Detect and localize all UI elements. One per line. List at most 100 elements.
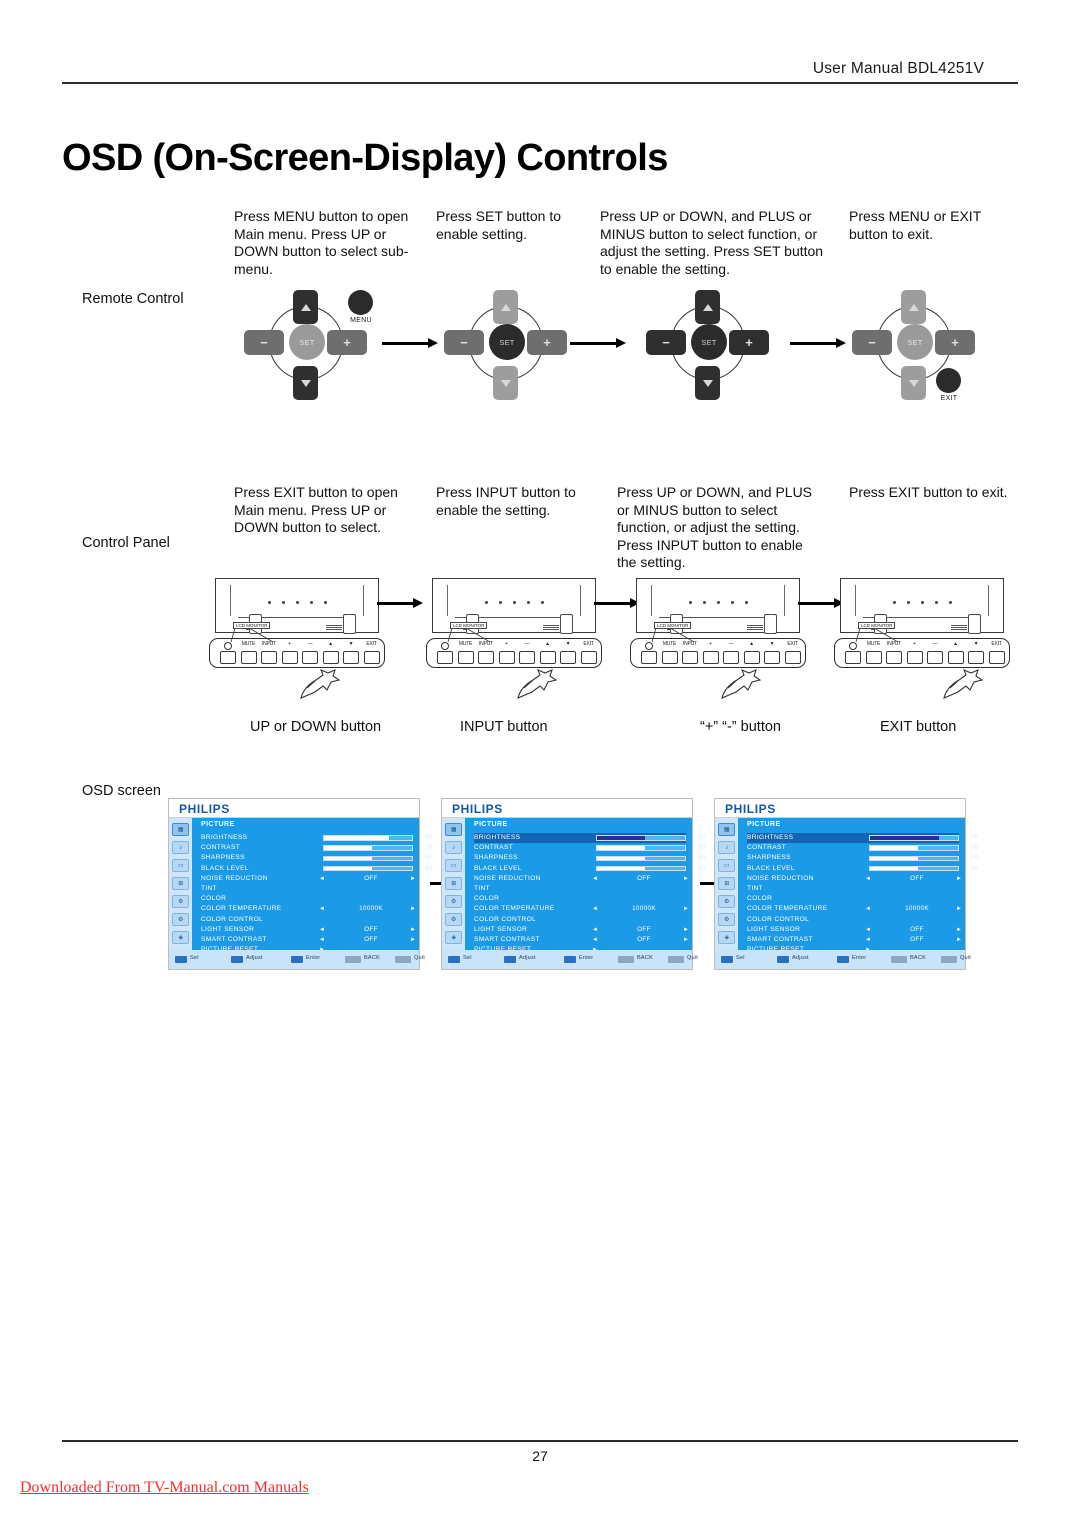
osd-row-color-temperature[interactable]: COLOR TEMPERATURE ◄ 10000K ► — [747, 904, 962, 914]
osd-left-arrow-icon[interactable]: ◄ — [865, 874, 871, 884]
control-panel-button-exit[interactable] — [784, 651, 801, 664]
remote-set-button[interactable]: SET — [897, 324, 933, 360]
osd-row-noise-reduction[interactable]: NOISE REDUCTION ◄ OFF ► — [201, 874, 416, 884]
osd-screen-2[interactable]: PHILIPS ▦ ♪ ▭ ⊞ ⚙ ⚙ ◈ PICTURE BRIGHTNESS 50 CONTRAS… — [441, 798, 705, 970]
control-panel-button-[interactable] — [302, 651, 318, 664]
osd-row-sharpness[interactable]: SHARPNESS 50 — [474, 853, 705, 863]
control-panel-button-[interactable] — [641, 651, 657, 664]
osd-slider[interactable] — [596, 865, 686, 872]
control-panel-button-input[interactable] — [261, 651, 277, 664]
remote-up-button[interactable] — [493, 290, 518, 324]
control-panel-button-input[interactable] — [478, 651, 494, 664]
osd-slider[interactable] — [323, 845, 413, 851]
osd-right-arrow-icon[interactable]: ► — [956, 925, 962, 935]
control-panel-button-[interactable] — [498, 651, 515, 664]
osd-row-color-temperature[interactable]: COLOR TEMPERATURE ◄ 10000K ► — [474, 904, 689, 914]
osd-left-arrow-icon[interactable]: ◄ — [319, 904, 325, 914]
osd-left-arrow-icon[interactable]: ◄ — [865, 904, 871, 914]
remote-plus-button[interactable]: + — [729, 330, 769, 355]
osd-right-arrow-icon[interactable]: ► — [410, 874, 416, 884]
osd-row-sharpness[interactable]: SHARPNESS 50 — [201, 853, 432, 863]
osd-sidebar-audio-icon[interactable]: ♪ — [445, 841, 462, 854]
remote-plus-button[interactable]: + — [527, 330, 567, 355]
osd-row-noise-reduction[interactable]: NOISE REDUCTION ◄ OFF ► — [474, 874, 689, 884]
control-panel-button-[interactable] — [281, 651, 298, 664]
osd-sidebar-advanced-option-icon[interactable]: ◈ — [718, 931, 735, 944]
osd-sidebar-audio-icon[interactable]: ♪ — [718, 841, 735, 854]
osd-row-light-sensor[interactable]: LIGHT SENSOR ◄ OFF ► — [747, 925, 962, 935]
osd-row-black-level[interactable]: BLACK LEVEL 50 — [474, 864, 705, 874]
osd-row-color-control[interactable]: COLOR CONTROL — [201, 915, 413, 925]
control-panel-button-[interactable] — [723, 651, 739, 664]
osd-sidebar-advanced-option-icon[interactable]: ◈ — [172, 931, 189, 944]
osd-sidebar-pip-icon[interactable]: ⊞ — [718, 877, 735, 890]
control-panel-button-[interactable] — [437, 651, 453, 664]
osd-row-color[interactable]: COLOR — [474, 894, 686, 904]
osd-left-arrow-icon[interactable]: ◄ — [592, 904, 598, 914]
remote-set-button[interactable]: SET — [289, 324, 325, 360]
osd-row-noise-reduction[interactable]: NOISE REDUCTION ◄ OFF ► — [747, 874, 962, 884]
osd-row-contrast[interactable]: CONTRAST 50 — [747, 843, 978, 853]
control-panel-button-[interactable] — [539, 651, 556, 664]
remote-down-button[interactable] — [695, 366, 720, 400]
osd-slider[interactable] — [869, 865, 959, 872]
control-panel-button-mute[interactable] — [661, 651, 678, 664]
remote-up-button[interactable] — [293, 290, 318, 324]
osd-left-arrow-icon[interactable]: ◄ — [592, 925, 598, 935]
osd-sidebar-configuration2-icon[interactable]: ⚙ — [172, 913, 189, 926]
osd-row-color-control[interactable]: COLOR CONTROL — [474, 915, 686, 925]
control-panel-button-[interactable] — [702, 651, 719, 664]
control-panel-button-[interactable] — [343, 651, 359, 664]
osd-right-arrow-icon[interactable]: ► — [410, 904, 416, 914]
osd-sidebar-picture-icon[interactable]: ▦ — [445, 823, 462, 836]
osd-slider[interactable] — [323, 835, 413, 841]
remote-plus-button[interactable]: + — [935, 330, 975, 355]
osd-row-light-sensor[interactable]: LIGHT SENSOR ◄ OFF ► — [474, 925, 689, 935]
osd-row-tint[interactable]: TINT — [747, 884, 959, 894]
osd-screen-1[interactable]: PHILIPS ▦ ♪ ▭ ⊞ ⚙ ⚙ ◈ PICTURE BRIGHTNESS 50 CONTRAS… — [168, 798, 432, 970]
osd-left-arrow-icon[interactable]: ◄ — [592, 874, 598, 884]
osd-sidebar-audio-icon[interactable]: ♪ — [172, 841, 189, 854]
osd-left-arrow-icon[interactable]: ◄ — [865, 925, 871, 935]
remote-set-button[interactable]: SET — [691, 324, 727, 360]
control-panel-button-[interactable] — [220, 651, 236, 664]
osd-row-black-level[interactable]: BLACK LEVEL 50 — [201, 864, 432, 874]
osd-right-arrow-icon[interactable]: ► — [683, 935, 689, 945]
remote-set-button[interactable]: SET — [489, 324, 525, 360]
osd-right-arrow-icon[interactable]: ► — [683, 925, 689, 935]
osd-slider[interactable] — [869, 845, 959, 851]
remote-down-button[interactable] — [493, 366, 518, 400]
osd-row-color[interactable]: COLOR — [747, 894, 959, 904]
osd-sidebar-advanced-option-icon[interactable]: ◈ — [445, 931, 462, 944]
osd-slider[interactable] — [323, 865, 413, 872]
osd-right-arrow-icon[interactable]: ► — [683, 874, 689, 884]
download-note[interactable]: Downloaded From TV-Manual.com Manuals — [20, 1479, 309, 1497]
osd-left-arrow-icon[interactable]: ◄ — [319, 874, 325, 884]
osd-row-color[interactable]: COLOR — [201, 894, 413, 904]
osd-row-light-sensor[interactable]: LIGHT SENSOR ◄ OFF ► — [201, 925, 416, 935]
osd-sidebar-configuration1-icon[interactable]: ⚙ — [445, 895, 462, 908]
osd-row-sharpness[interactable]: SHARPNESS 50 — [747, 853, 978, 863]
osd-sidebar-picture-icon[interactable]: ▦ — [718, 823, 735, 836]
control-panel-button-[interactable] — [947, 651, 964, 664]
osd-row-brightness[interactable]: BRIGHTNESS 70 — [747, 833, 978, 844]
osd-sidebar-pip-icon[interactable]: ⊞ — [172, 877, 189, 890]
osd-right-arrow-icon[interactable]: ► — [956, 874, 962, 884]
osd-sidebar-picture-icon[interactable]: ▦ — [172, 823, 189, 836]
remote-down-button[interactable] — [901, 366, 926, 400]
osd-sidebar-screen-icon[interactable]: ▭ — [718, 859, 735, 872]
osd-right-arrow-icon[interactable]: ► — [956, 935, 962, 945]
osd-left-arrow-icon[interactable]: ◄ — [865, 935, 871, 945]
control-panel-button-[interactable] — [845, 651, 861, 664]
remote-minus-button[interactable]: − — [852, 330, 892, 355]
remote-minus-button[interactable]: − — [244, 330, 284, 355]
remote-menu-button[interactable] — [348, 290, 373, 315]
control-panel-button-mute[interactable] — [240, 651, 257, 664]
osd-row-smart-contrast[interactable]: SMART CONTRAST ◄ OFF ► — [474, 935, 689, 945]
osd-row-contrast[interactable]: CONTRAST 50 — [474, 843, 705, 853]
control-panel-button-[interactable] — [968, 651, 984, 664]
osd-slider[interactable] — [596, 855, 686, 862]
osd-row-smart-contrast[interactable]: SMART CONTRAST ◄ OFF ► — [747, 935, 962, 945]
osd-sidebar-configuration2-icon[interactable]: ⚙ — [718, 913, 735, 926]
control-panel-button-exit[interactable] — [363, 651, 380, 664]
